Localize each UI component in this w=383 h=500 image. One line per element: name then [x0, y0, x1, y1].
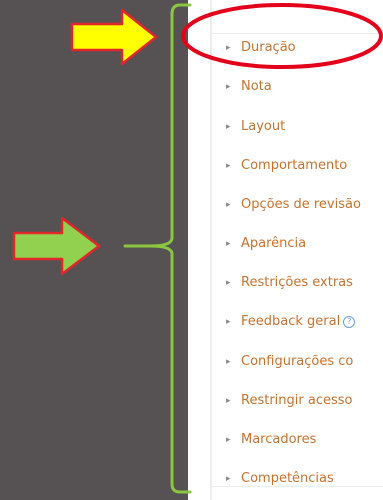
- section-toggle-feedback-geral[interactable]: ▸ Feedback geral?: [226, 310, 356, 334]
- section-toggle-restringir-acesso[interactable]: ▸ Restringir acesso: [226, 389, 352, 413]
- section-label: Duração: [241, 40, 296, 55]
- chevron-right-icon: ▸: [226, 357, 231, 367]
- section-toggle-opcoes-de-revisao[interactable]: ▸ Opções de revisão: [226, 193, 361, 217]
- section-label: Competências: [241, 471, 334, 486]
- section-label: Restrições extras: [241, 275, 353, 290]
- chevron-right-icon: ▸: [226, 200, 231, 210]
- section-toggle-competencias[interactable]: ▸ Competências: [226, 467, 334, 491]
- chevron-right-icon: ▸: [226, 435, 231, 445]
- section-label: Feedback geral: [241, 314, 341, 329]
- help-icon[interactable]: ?: [343, 316, 356, 328]
- section-label: Opções de revisão: [241, 197, 361, 212]
- panel-left-border: [210, 0, 212, 500]
- section-label: Configurações co: [241, 354, 354, 369]
- chevron-right-icon: ▸: [226, 239, 231, 249]
- section-toggle-aparencia[interactable]: ▸ Aparência: [226, 232, 306, 256]
- section-toggle-marcadores[interactable]: ▸ Marcadores: [226, 428, 316, 452]
- section-toggle-restricoes-extras[interactable]: ▸ Restrições extras: [226, 271, 353, 295]
- section-toggle-duracao[interactable]: ▸ Duração: [226, 36, 296, 60]
- section-toggle-comportamento[interactable]: ▸ Comportamento: [226, 154, 347, 178]
- section-label: Layout: [241, 119, 286, 134]
- chevron-right-icon: ▸: [226, 82, 231, 92]
- dark-background: [0, 0, 188, 500]
- section-label: Marcadores: [241, 432, 317, 447]
- section-label: Restringir acesso: [241, 393, 353, 408]
- section-label: Nota: [241, 79, 272, 94]
- chevron-right-icon: ▸: [226, 161, 231, 171]
- chevron-right-icon: ▸: [226, 396, 231, 406]
- section-label: Aparência: [241, 236, 307, 251]
- chevron-right-icon: ▸: [226, 474, 231, 484]
- chevron-right-icon: ▸: [226, 317, 231, 327]
- chevron-right-icon: ▸: [226, 278, 231, 288]
- row-divider: [212, 33, 383, 34]
- chevron-right-icon: ▸: [226, 43, 231, 53]
- chevron-right-icon: ▸: [226, 122, 231, 132]
- section-toggle-layout[interactable]: ▸ Layout: [226, 115, 285, 139]
- section-toggle-configuracoes[interactable]: ▸ Configurações co: [226, 350, 353, 374]
- section-label: Comportamento: [241, 158, 348, 173]
- section-toggle-nota[interactable]: ▸ Nota: [226, 75, 272, 99]
